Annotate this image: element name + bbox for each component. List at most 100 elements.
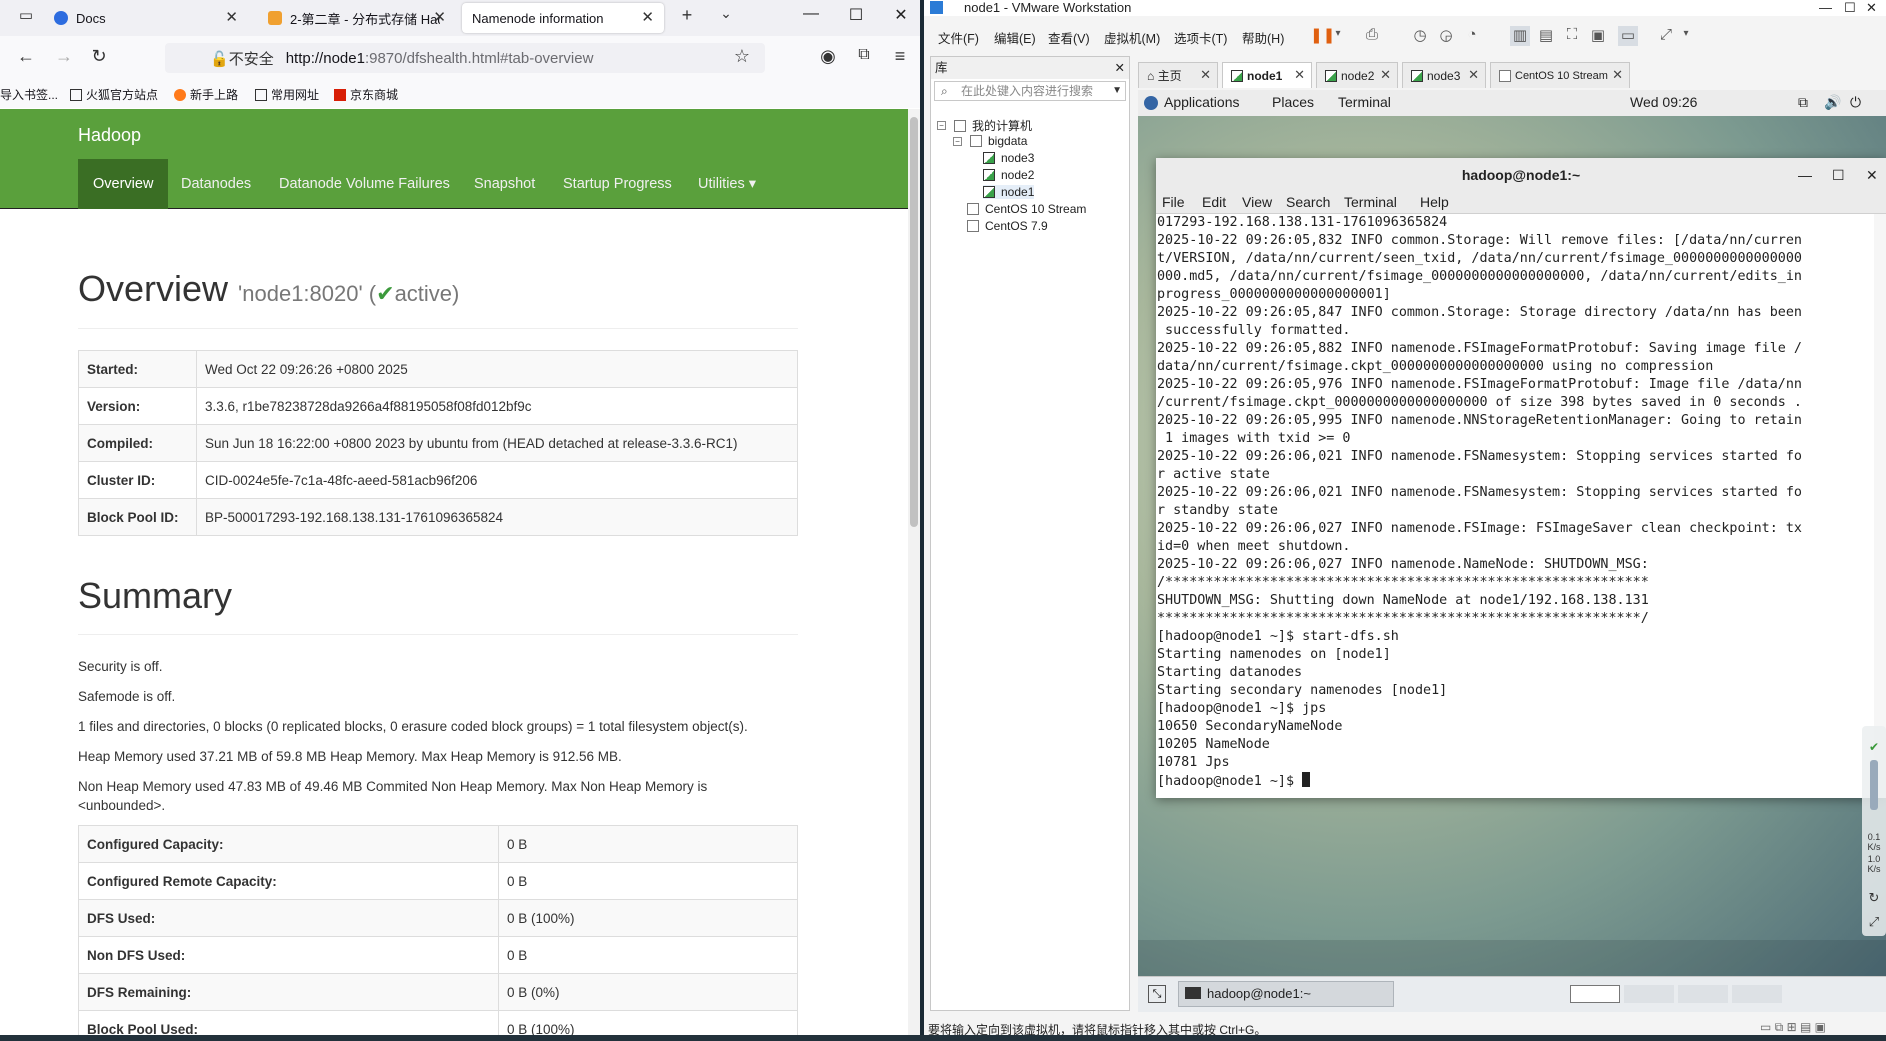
places-menu[interactable]: Places <box>1272 94 1314 110</box>
close-tab-icon[interactable]: ✕ <box>1612 67 1623 83</box>
close-tab-icon[interactable]: ✕ <box>1294 67 1305 83</box>
term-menu-view[interactable]: View <box>1242 194 1272 210</box>
bookmark-common-sites[interactable]: 常用网址 <box>255 86 319 103</box>
snapshot-icon[interactable]: ◷ <box>1410 26 1430 46</box>
term-menu-terminal[interactable]: Terminal <box>1344 194 1397 210</box>
new-tab-button[interactable]: + <box>675 5 699 26</box>
tab-overview-icon[interactable]: ▭ <box>14 6 38 24</box>
hadoop-brand[interactable]: Hadoop <box>78 125 141 146</box>
close-tab-icon[interactable]: ✕ <box>433 8 446 26</box>
tab-chapter2[interactable]: 2-第二章 - 分布式存储 Had ✕ <box>258 3 456 33</box>
snapshot-manager-icon[interactable]: ◔ <box>1462 26 1482 46</box>
close-tab-icon[interactable]: ✕ <box>1200 67 1211 83</box>
menu-view[interactable]: 查看(V) <box>1048 28 1090 47</box>
nav-utilities[interactable]: Utilities ▾ <box>683 159 771 209</box>
menu-help[interactable]: 帮助(H) <box>1242 28 1284 47</box>
show-library-icon[interactable]: ▥ <box>1510 26 1530 46</box>
chevron-down-icon[interactable]: ▾ <box>1328 28 1348 48</box>
maximize-icon[interactable]: ☐ <box>1844 0 1856 16</box>
stretch-icon[interactable]: ⤢ <box>1656 26 1676 46</box>
close-tab-icon[interactable]: ✕ <box>641 8 654 26</box>
menu-hamburger-icon[interactable]: ≡ <box>888 46 912 67</box>
workspace-3[interactable] <box>1678 985 1728 1003</box>
console-view-icon[interactable]: ▭ <box>1618 26 1638 46</box>
tab-namenode-information[interactable]: Namenode information ✕ <box>462 3 664 33</box>
unity-icon[interactable]: ▣ <box>1588 26 1608 46</box>
term-menu-file[interactable]: File <box>1162 194 1185 210</box>
menu-file[interactable]: 文件(F) <box>938 28 979 47</box>
screenshot-icon[interactable]: ⤢ <box>1862 914 1886 930</box>
close-tab-icon[interactable]: ✕ <box>225 8 238 26</box>
nav-datanodes[interactable]: Datanodes <box>166 159 266 209</box>
nav-overview[interactable]: Overview <box>78 159 169 209</box>
taskbar-terminal-item[interactable]: hadoop@node1:~ <box>1178 981 1394 1007</box>
pause-icon[interactable]: ❚❚ <box>1310 26 1335 46</box>
power-icon[interactable]: ⏻ <box>1850 94 1861 111</box>
vm-tab-home[interactable]: ⌂ 主页 ✕ <box>1138 62 1218 88</box>
nav-datanode-volume-failures[interactable]: Datanode Volume Failures <box>264 159 465 209</box>
terminal-window[interactable]: hadoop@node1:~ — ☐ ✕ File Edit View Sear… <box>1156 158 1886 798</box>
bookmark-getting-started[interactable]: 新手上路 <box>174 86 238 103</box>
show-desktop-icon[interactable]: ⤡ <box>1148 985 1166 1003</box>
thumbnail-icon[interactable]: ▤ <box>1536 26 1556 46</box>
vm-tab-node1[interactable]: node1 ✕ <box>1222 62 1312 88</box>
tab-list-chevron-down-icon[interactable]: ⌄ <box>714 5 738 22</box>
refresh-icon[interactable]: ↻ <box>1862 890 1886 906</box>
tab-docs[interactable]: Docs ✕ <box>44 3 248 33</box>
workspace-2[interactable] <box>1624 985 1674 1003</box>
chevron-down-icon[interactable]: ▼ <box>1112 82 1122 100</box>
forward-arrow-icon[interactable]: → <box>52 46 76 67</box>
tree-vm-node2[interactable]: node2 <box>983 168 1034 182</box>
close-tab-icon[interactable]: ✕ <box>1468 67 1479 83</box>
network-icon[interactable]: ⧉ <box>1798 94 1808 111</box>
close-window-icon[interactable]: ✕ <box>886 5 916 25</box>
nav-snapshot[interactable]: Snapshot <box>459 159 550 209</box>
account-icon[interactable]: ◉ <box>816 46 840 67</box>
vm-tab-node3[interactable]: node3 ✕ <box>1402 62 1486 88</box>
bookmark-star-icon[interactable]: ☆ <box>730 46 754 67</box>
menu-edit[interactable]: 编辑(E) <box>994 28 1036 47</box>
back-arrow-icon[interactable]: ← <box>14 46 38 67</box>
clock[interactable]: Wed 09:26 <box>1630 94 1697 110</box>
bookmark-firefox-official[interactable]: 火狐官方站点 <box>70 86 158 103</box>
term-menu-search[interactable]: Search <box>1286 194 1330 210</box>
tree-vm-node3[interactable]: node3 <box>983 151 1034 165</box>
insecure-label[interactable]: 🔓不安全 <box>210 48 274 69</box>
terminal-menu[interactable]: Terminal <box>1338 94 1391 110</box>
page-scrollbar[interactable] <box>908 109 920 1041</box>
chevron-down-icon[interactable]: ▾ <box>1676 28 1696 48</box>
close-window-icon[interactable]: ✕ <box>1866 0 1877 16</box>
term-menu-edit[interactable]: Edit <box>1202 194 1226 210</box>
scrollbar-thumb[interactable] <box>910 117 918 527</box>
term-menu-help[interactable]: Help <box>1420 194 1449 210</box>
tree-folder-bigdata[interactable]: − bigdata <box>953 134 1027 148</box>
vm-tab-centos10[interactable]: CentOS 10 Stream ✕ <box>1490 62 1630 88</box>
bookmark-import[interactable]: 导入书签... <box>0 86 58 103</box>
tree-vm-node1[interactable]: node1 <box>983 185 1035 199</box>
library-search-input[interactable]: ⌕ 在此处键入内容进行搜索 ▼ <box>934 81 1126 101</box>
close-tab-icon[interactable]: ✕ <box>1380 67 1391 83</box>
reload-icon[interactable]: ↻ <box>87 46 111 67</box>
send-ctrl-alt-del-icon[interactable]: ⎙ <box>1362 26 1382 46</box>
vm-tab-node2[interactable]: node2 ✕ <box>1316 62 1398 88</box>
applications-menu[interactable]: Applications <box>1164 94 1240 110</box>
workspace-4[interactable] <box>1732 985 1782 1003</box>
url-text[interactable]: http://node1:9870/dfshealth.html#tab-ove… <box>286 50 594 67</box>
nav-startup-progress[interactable]: Startup Progress <box>548 159 687 209</box>
tree-vm-centos7[interactable]: CentOS 7.9 <box>967 219 1048 233</box>
tree-my-computer[interactable]: − 我的计算机 <box>937 117 1032 134</box>
minimize-icon[interactable]: — <box>1798 158 1812 192</box>
bookmark-jd[interactable]: 京东商城 <box>334 86 398 103</box>
minimize-icon[interactable]: — <box>796 5 826 23</box>
fullscreen-icon[interactable]: ⛶ <box>1562 26 1582 46</box>
close-window-icon[interactable]: ✕ <box>1866 158 1878 192</box>
menu-tabs[interactable]: 选项卡(T) <box>1174 28 1227 47</box>
terminal-output[interactable]: 017293-192.168.138.131-1761096365824 2025… <box>1156 214 1874 798</box>
workspace-1[interactable] <box>1570 985 1620 1003</box>
terminal-scrollbar[interactable] <box>1874 214 1886 798</box>
extensions-icon[interactable]: ⧉ <box>852 46 876 64</box>
device-icons[interactable]: ▭ ⧉ ⊞ ▤ ▣ <box>1760 1020 1826 1035</box>
menu-vm[interactable]: 虚拟机(M) <box>1104 28 1160 47</box>
maximize-icon[interactable]: ☐ <box>1832 158 1845 192</box>
maximize-icon[interactable]: ☐ <box>841 5 871 25</box>
